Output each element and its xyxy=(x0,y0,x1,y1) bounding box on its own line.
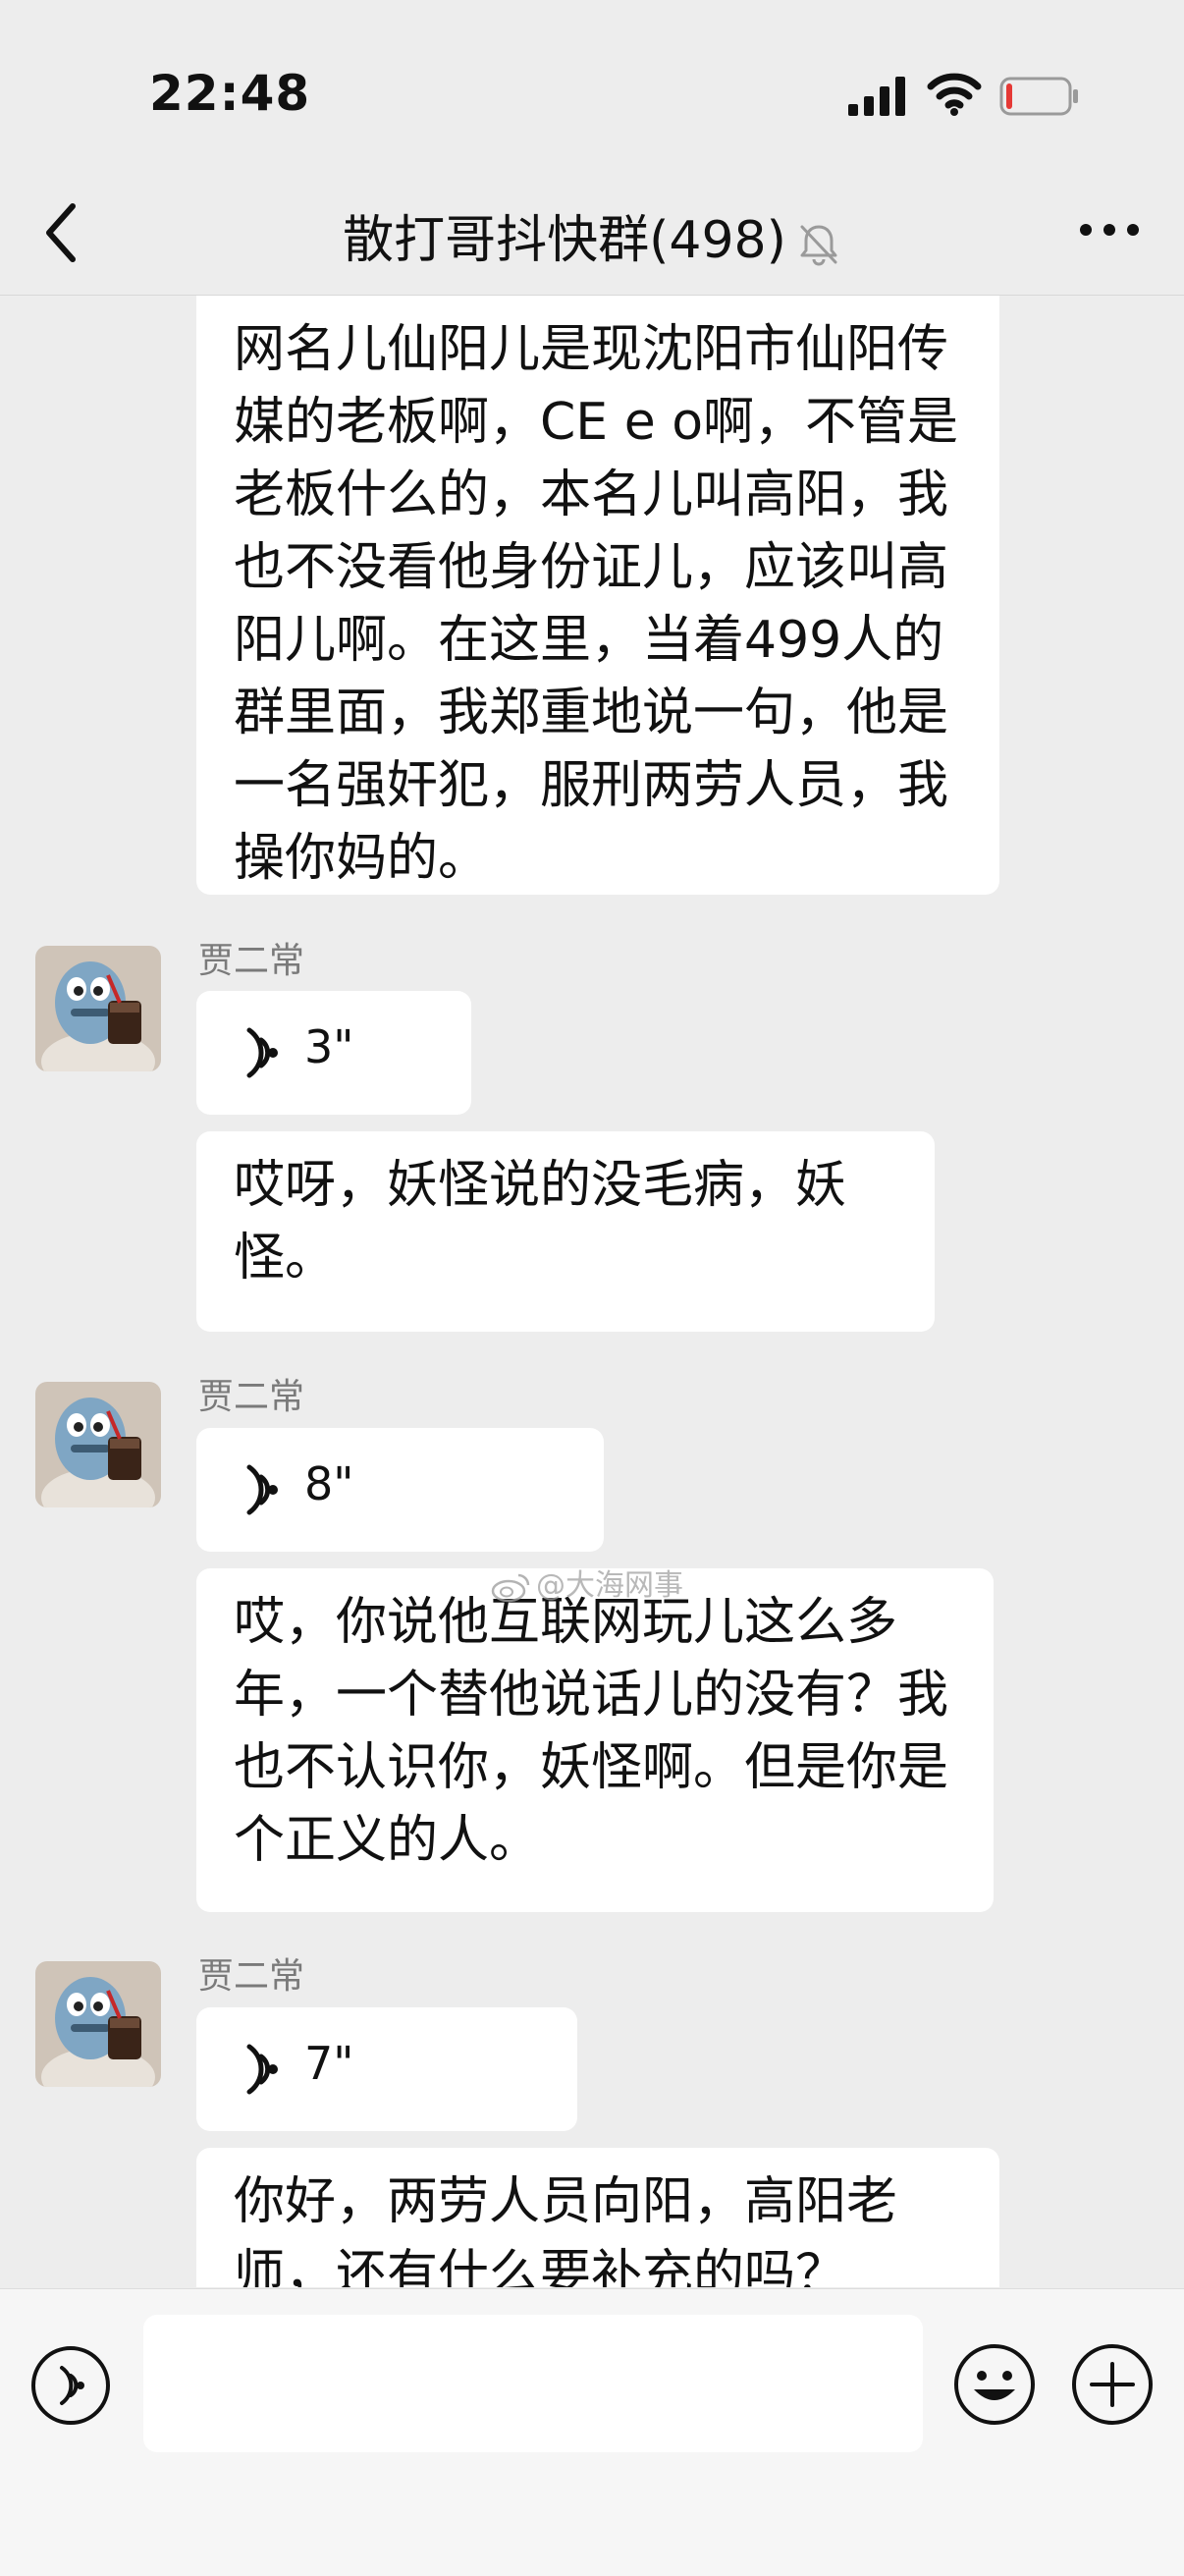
wifi-icon xyxy=(927,73,982,116)
voice-wave-icon xyxy=(246,1027,278,1078)
status-time: 22:48 xyxy=(149,65,311,122)
message-bubble[interactable]: 你好，两劳人员向阳，高阳老师，还有什么要补充的吗？ xyxy=(196,2148,999,2287)
message-bubble[interactable]: 哎，你说他互联网玩儿这么多年，一个替他说话儿的没有？我也不认识你，妖怪啊。但是你… xyxy=(196,1568,994,1912)
avatar[interactable] xyxy=(35,1382,161,1507)
sender-name: 贾二常 xyxy=(198,941,305,981)
avatar-image xyxy=(35,1382,161,1507)
voice-duration: 7" xyxy=(304,2037,354,2090)
avatar-image xyxy=(35,1961,161,2087)
voice-wave-icon xyxy=(246,1464,278,1515)
message-input[interactable] xyxy=(143,2315,923,2452)
voice-message[interactable]: 8" xyxy=(196,1428,604,1552)
plus-circle-icon[interactable] xyxy=(1070,2342,1155,2427)
watermark: @大海网事 xyxy=(491,1561,683,1604)
chat-title[interactable]: 散打哥抖快群(498) xyxy=(0,198,1184,272)
voice-message[interactable]: 7" xyxy=(196,2007,577,2131)
message-text: 你好，两劳人员向阳，高阳老师，还有什么要补充的吗？ xyxy=(234,2172,898,2287)
bell-off-icon xyxy=(800,225,837,266)
message-bubble[interactable]: 哎呀，妖怪说的没毛病，妖怪。 xyxy=(196,1131,935,1332)
chat-title-text: 散打哥抖快群(498) xyxy=(343,211,786,270)
weibo-logo-icon xyxy=(491,1573,530,1602)
voice-input-toggle-icon[interactable] xyxy=(29,2344,112,2427)
battery-icon xyxy=(999,77,1078,116)
voice-message[interactable]: 3" xyxy=(196,991,471,1115)
chat-header: 散打哥抖快群(498) xyxy=(0,177,1184,296)
smiley-icon[interactable] xyxy=(952,2342,1037,2427)
message-text: 哎，你说他互联网玩儿这么多年，一个替他说话儿的没有？我也不认识你，妖怪啊。但是你… xyxy=(234,1593,949,1870)
voice-duration: 3" xyxy=(304,1020,354,1073)
voice-wave-icon xyxy=(246,2044,278,2095)
sender-name: 贾二常 xyxy=(198,1956,305,1997)
input-bar xyxy=(0,2288,1184,2576)
message-bubble[interactable]: 网名儿仙阳儿是现沈阳市仙阳传媒的老板啊，CE e o啊，不管是老板什么的，本名儿… xyxy=(196,296,999,895)
voice-duration: 8" xyxy=(304,1457,354,1510)
cellular-signal-icon xyxy=(848,77,905,116)
watermark-text: @大海网事 xyxy=(536,1568,683,1603)
status-bar: 22:48 xyxy=(0,0,1184,177)
avatar-image xyxy=(35,946,161,1071)
message-text: 哎呀，妖怪说的没毛病，妖怪。 xyxy=(234,1156,847,1288)
message-text: 网名儿仙阳儿是现沈阳市仙阳传媒的老板啊，CE e o啊，不管是老板什么的，本名儿… xyxy=(234,320,959,888)
sender-name: 贾二常 xyxy=(198,1377,305,1417)
avatar[interactable] xyxy=(35,1961,161,2087)
message-list[interactable]: 网名儿仙阳儿是现沈阳市仙阳传媒的老板啊，CE e o啊，不管是老板什么的，本名儿… xyxy=(0,296,1184,2287)
more-dots-icon[interactable] xyxy=(1078,210,1141,249)
avatar[interactable] xyxy=(35,946,161,1071)
